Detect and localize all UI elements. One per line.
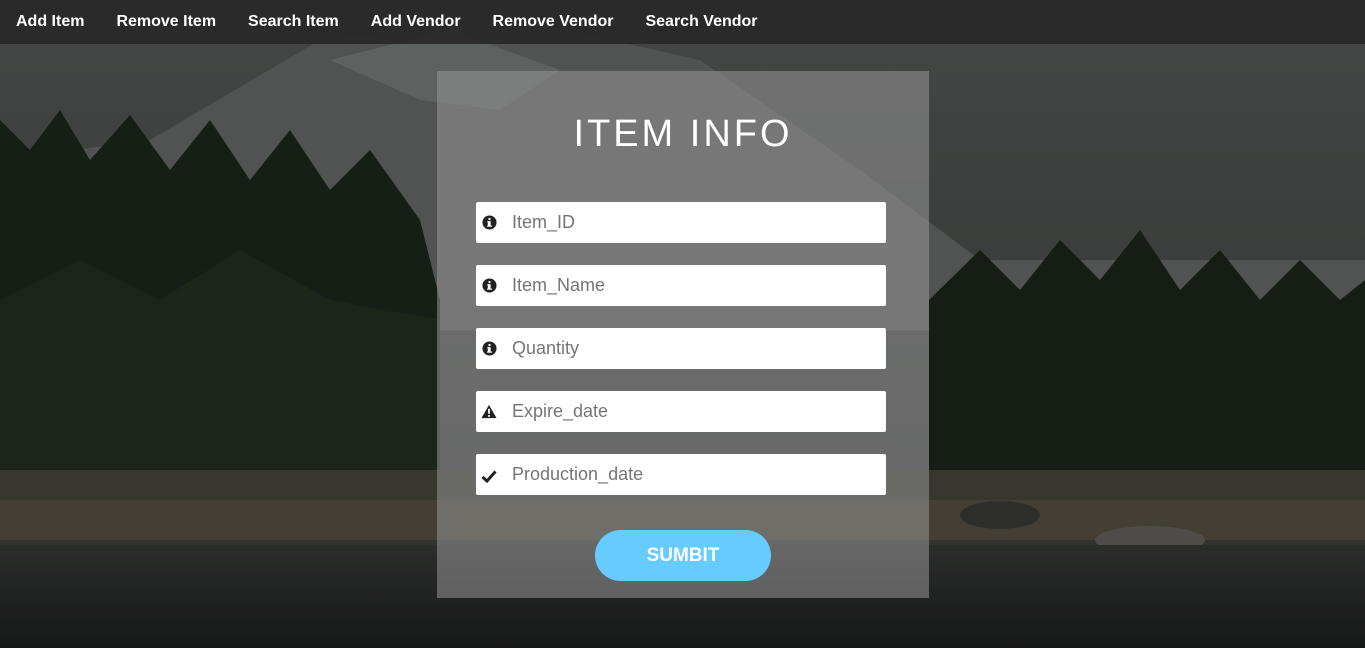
item-id-input[interactable] <box>512 202 878 243</box>
nav-remove-vendor[interactable]: Remove Vendor <box>477 2 630 42</box>
expire-date-field-wrapper <box>476 391 886 432</box>
quantity-input[interactable] <box>512 328 878 369</box>
nav-add-vendor[interactable]: Add Vendor <box>355 2 477 42</box>
nav-search-vendor[interactable]: Search Vendor <box>629 2 773 42</box>
item-info-form: ITEM INFO Item_ID Item_Name Quantity Exp… <box>437 71 929 598</box>
nav-remove-item[interactable]: Remove Item <box>100 2 232 42</box>
item-name-input[interactable] <box>512 265 878 306</box>
nav-add-item[interactable]: Add Item <box>0 2 100 42</box>
production-date-input[interactable] <box>512 454 878 495</box>
nav-search-item[interactable]: Search Item <box>232 2 355 42</box>
form-title: ITEM INFO <box>573 113 793 155</box>
info-circle-icon <box>481 339 497 357</box>
production-date-field-wrapper <box>476 454 886 495</box>
submit-button[interactable]: SUMBIT <box>595 530 771 581</box>
top-navbar: Add Item Remove Item Search Item Add Ven… <box>0 0 1365 44</box>
info-circle-icon <box>481 276 497 294</box>
checkmark-icon <box>481 467 497 485</box>
info-circle-icon <box>481 213 497 231</box>
item-id-field-wrapper <box>476 202 886 243</box>
expire-date-input[interactable] <box>512 391 878 432</box>
quantity-field-wrapper <box>476 328 886 369</box>
item-name-field-wrapper <box>476 265 886 306</box>
warning-triangle-icon <box>481 402 497 420</box>
